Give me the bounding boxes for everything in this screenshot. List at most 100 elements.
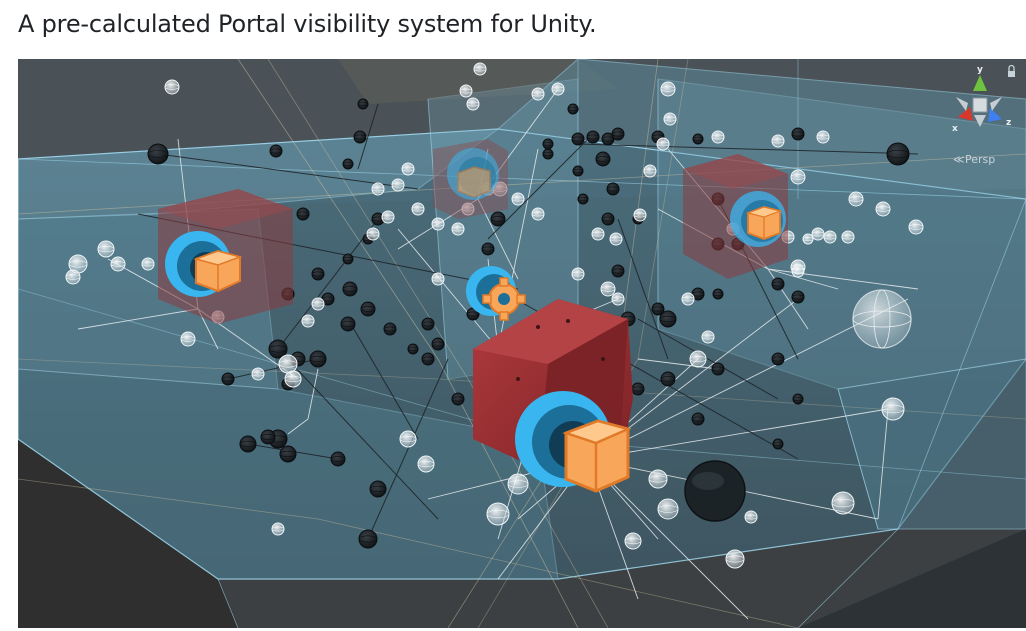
probe-orb (473, 62, 487, 76)
probe-orb (451, 222, 465, 236)
probe-orb (772, 438, 784, 450)
probe-orb (401, 162, 415, 176)
probe-orb (97, 240, 115, 258)
probe-orb (301, 314, 315, 328)
probe-orb (342, 158, 354, 170)
probe-orb (357, 98, 369, 110)
probe-orb (656, 137, 670, 151)
probe-orb (633, 208, 647, 222)
probe-orb (366, 227, 380, 241)
probe-orb (279, 445, 297, 463)
probe-orb (371, 182, 385, 196)
probe-orb (567, 103, 579, 115)
probe-orb (660, 371, 676, 387)
probe-orb (711, 362, 725, 376)
occluder-box-icon[interactable] (562, 419, 632, 493)
probe-orb (660, 81, 676, 97)
probe-orb (681, 292, 695, 306)
probe-orb (431, 337, 445, 351)
probe-orb (164, 79, 180, 95)
probe-orb (369, 480, 387, 498)
probe-orb (823, 230, 837, 244)
probe-orb (791, 264, 805, 278)
probe-orb (542, 138, 554, 150)
probe-orb (606, 182, 620, 196)
probe-orb (391, 178, 405, 192)
probe-orb (881, 397, 905, 421)
occluder-box-icon[interactable] (745, 206, 783, 240)
probe-orb (611, 292, 625, 306)
probe-orb (340, 316, 356, 332)
probe-orb (180, 331, 196, 347)
probe-orb (791, 127, 805, 141)
probe-orb (110, 256, 126, 272)
probe-orb (417, 455, 435, 473)
probe-orb (342, 253, 354, 265)
probe-orb (65, 269, 81, 285)
camera-mode-toggle[interactable]: ≪ Persp (953, 153, 995, 166)
probe-orb (609, 232, 623, 246)
probe-orb (791, 290, 805, 304)
probe-orb (577, 193, 589, 205)
probe-orb (663, 112, 677, 126)
probe-orb (689, 350, 707, 368)
probe-orb (421, 352, 435, 366)
probe-orb (631, 382, 645, 396)
probe-orb (802, 233, 814, 245)
probe-orb (284, 370, 302, 388)
probe-orb (771, 352, 785, 366)
probe-sphere-icon (852, 289, 912, 349)
probe-orb (531, 207, 545, 221)
probe-orb (490, 211, 506, 227)
probe-orb (358, 529, 378, 549)
probe-sphere-icon (684, 460, 746, 522)
probe-orb (886, 142, 910, 166)
probe-orb (591, 227, 605, 241)
probe-orb (411, 202, 425, 216)
probe-orb (571, 132, 585, 146)
probe-orb (383, 322, 397, 336)
probe-orb (278, 354, 298, 374)
probe-orb (831, 491, 855, 515)
probe-orb (816, 130, 830, 144)
probe-orb (260, 429, 276, 445)
probe-orb (659, 310, 677, 328)
probe-orb (353, 130, 367, 144)
probe-orb (486, 502, 510, 526)
page-title: A pre-calculated Portal visibility syste… (18, 10, 597, 38)
probe-orb (542, 148, 554, 160)
probe-orb (771, 134, 785, 148)
probe-orb (601, 212, 615, 226)
probe-orb (269, 144, 283, 158)
probe-orb (481, 242, 495, 256)
probe-orb (531, 87, 545, 101)
probe-orb (692, 133, 704, 145)
unity-scene-view[interactable]: y z x ≪ Persp (18, 59, 1026, 628)
probe-orb (657, 498, 679, 520)
probe-orb (811, 227, 825, 241)
probe-orb (221, 372, 235, 386)
probe-orb (848, 191, 864, 207)
probe-orb (643, 164, 657, 178)
probe-orb (296, 207, 310, 221)
probe-orb (792, 393, 804, 405)
probe-orb (551, 82, 565, 96)
probe-orb (431, 272, 445, 286)
probe-orb (507, 473, 529, 495)
probe-orb (586, 130, 600, 144)
occluder-box-icon[interactable] (193, 249, 243, 293)
probe-orb (744, 510, 758, 524)
probe-orb (701, 330, 715, 344)
probe-orb (771, 277, 785, 291)
gizmo-y-label: y (977, 65, 983, 75)
gizmo-z-label: z (1006, 118, 1011, 128)
probe-orb (624, 532, 642, 550)
probe-orb (330, 451, 346, 467)
probe-orb (311, 297, 325, 311)
probe-orb (611, 127, 625, 141)
probe-orb (309, 350, 327, 368)
occluder-box-icon[interactable] (457, 166, 491, 198)
probe-orb (875, 201, 891, 217)
probe-orb (611, 264, 625, 278)
probe-orb (711, 130, 725, 144)
